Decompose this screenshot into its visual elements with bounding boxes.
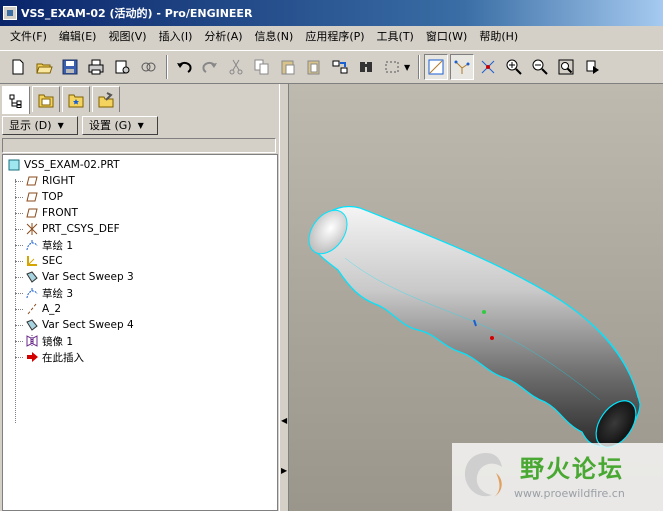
tree-item-sec[interactable]: SEC: [25, 253, 63, 269]
watermark: 野火论坛 www.proewildfire.cn: [452, 443, 663, 511]
datum-points-icon[interactable]: [476, 54, 500, 80]
insert-here-arrow-icon: [25, 350, 39, 364]
expand-right-icon[interactable]: ▶: [281, 466, 287, 475]
datum-planes-icon[interactable]: [424, 54, 448, 80]
tree-item-a-2[interactable]: A_2: [25, 301, 61, 317]
paste-special-icon[interactable]: [302, 54, 326, 80]
tree-item-label: TOP: [42, 191, 64, 203]
tree-item-label: 在此插入: [42, 351, 84, 364]
collapse-left-icon[interactable]: ◀: [281, 416, 287, 425]
redo-icon[interactable]: [198, 54, 222, 80]
menu-applications[interactable]: 应用程序(P): [299, 27, 370, 47]
menu-help[interactable]: 帮助(H): [473, 27, 524, 47]
datum-axes-icon[interactable]: [450, 54, 474, 80]
menu-analysis[interactable]: 分析(A): [198, 27, 248, 47]
send-mail-icon[interactable]: [110, 54, 134, 80]
tree-item-front[interactable]: FRONT: [25, 205, 78, 221]
csys-icon: [25, 222, 39, 236]
tree-item-label: Var Sect Sweep 4: [42, 319, 134, 331]
tree-item-right[interactable]: RIGHT: [25, 173, 75, 189]
coordinate-icon: [25, 254, 39, 268]
chevron-down-icon: ▼: [57, 120, 64, 130]
mirror-icon: [25, 334, 39, 348]
tree-item-sketch-1[interactable]: 草绘 1: [25, 237, 73, 253]
forum-logo-icon: [464, 453, 502, 497]
tree-item-label: SEC: [42, 255, 63, 267]
tree-item-prt-csys-def[interactable]: PRT_CSYS_DEF: [25, 221, 120, 237]
datum-plane-icon: [25, 190, 39, 204]
sketch-icon: [25, 286, 39, 300]
tree-item-label: 草绘 3: [42, 287, 74, 300]
datum-plane-icon: [25, 206, 39, 220]
app-icon: [3, 6, 17, 20]
open-icon[interactable]: [32, 54, 56, 80]
tree-item-insert-here[interactable]: 在此插入: [25, 349, 84, 365]
zoom-in-icon[interactable]: [502, 54, 526, 80]
tree-root-label: VSS_EXAM-02.PRT: [24, 159, 120, 171]
menu-info[interactable]: 信息(N): [249, 27, 300, 47]
menu-file[interactable]: 文件(F): [4, 27, 53, 47]
axis-icon: [25, 302, 39, 316]
tree-item-label: FRONT: [42, 207, 78, 219]
favorites-tab-icon[interactable]: [62, 86, 90, 112]
menu-tools[interactable]: 工具(T): [371, 27, 420, 47]
print-icon[interactable]: [84, 54, 108, 80]
part-icon: [7, 158, 21, 172]
title-bar: VSS_EXAM-02 (活动的) - Pro/ENGINEER: [0, 0, 663, 26]
settings-menu-button[interactable]: 设置 (G) ▼: [82, 115, 158, 135]
repaint-icon[interactable]: [580, 54, 604, 80]
undo-icon[interactable]: [172, 54, 196, 80]
copy-icon[interactable]: [250, 54, 274, 80]
cut-icon[interactable]: [224, 54, 248, 80]
tree-item-label: PRT_CSYS_DEF: [42, 223, 120, 235]
window-title: VSS_EXAM-02 (活动的) - Pro/ENGINEER: [21, 7, 253, 20]
zoom-out-icon[interactable]: [528, 54, 552, 80]
folder-browser-tab-icon[interactable]: [32, 86, 60, 112]
datum-plane-icon: [25, 174, 39, 188]
tree-item-top[interactable]: TOP: [25, 189, 63, 205]
menu-edit[interactable]: 编辑(E): [53, 27, 103, 47]
find-icon[interactable]: [354, 54, 378, 80]
save-icon[interactable]: [58, 54, 82, 80]
show-menu-button[interactable]: 显示 (D) ▼: [2, 115, 78, 135]
show-menu-label: 显示 (D): [9, 119, 52, 132]
regenerate-icon[interactable]: [328, 54, 352, 80]
tree-item-label: Var Sect Sweep 3: [42, 271, 134, 283]
tree-item-var-sect-sweep-3[interactable]: Var Sect Sweep 3: [25, 269, 134, 285]
select-box-icon[interactable]: [380, 54, 404, 80]
sweep-icon: [25, 270, 39, 284]
panel-splitter[interactable]: ◀ ▶: [279, 84, 289, 511]
tree-item-label: RIGHT: [42, 175, 75, 187]
tree-root[interactable]: VSS_EXAM-02.PRT: [7, 157, 120, 173]
navigator-tabs: [2, 86, 122, 114]
watermark-url: www.proewildfire.cn: [514, 487, 625, 500]
mapkey-icon[interactable]: [136, 54, 160, 80]
tree-filter-bar: 显示 (D) ▼ 设置 (G) ▼: [2, 114, 278, 136]
select-dropdown-icon[interactable]: ▼: [404, 63, 414, 72]
menu-insert[interactable]: 插入(I): [153, 27, 199, 47]
tree-item-sketch-3[interactable]: 草绘 3: [25, 285, 73, 301]
tree-item-mirror-1[interactable]: 镜像 1: [25, 333, 73, 349]
chevron-down-icon: ▼: [137, 120, 144, 130]
menu-bar: 文件(F) 编辑(E) 视图(V) 插入(I) 分析(A) 信息(N) 应用程序…: [0, 26, 663, 48]
menu-view[interactable]: 视图(V): [102, 27, 152, 47]
connections-tab-icon[interactable]: [92, 86, 120, 112]
model-tree[interactable]: VSS_EXAM-02.PRT RIGHT TOP FRONT PRT_CSYS…: [2, 154, 278, 511]
refit-icon[interactable]: [554, 54, 578, 80]
watermark-title: 野火论坛: [520, 454, 624, 483]
sweep-icon: [25, 318, 39, 332]
model-tree-tab-icon[interactable]: [2, 86, 30, 114]
tree-item-label: 草绘 1: [42, 239, 74, 252]
tree-header-bar: [2, 138, 276, 153]
menu-window[interactable]: 窗口(W): [420, 27, 473, 47]
sketch-icon: [25, 238, 39, 252]
settings-menu-label: 设置 (G): [89, 119, 132, 132]
new-icon[interactable]: [6, 54, 30, 80]
tree-item-label: 镜像 1: [42, 335, 74, 348]
paste-icon[interactable]: [276, 54, 300, 80]
main-toolbar: ▼: [0, 50, 663, 84]
tree-item-var-sect-sweep-4[interactable]: Var Sect Sweep 4: [25, 317, 134, 333]
navigator-panel: 显示 (D) ▼ 设置 (G) ▼ VSS_EXAM-02.PRT RIGHT …: [0, 84, 282, 511]
tree-item-label: A_2: [42, 303, 62, 315]
